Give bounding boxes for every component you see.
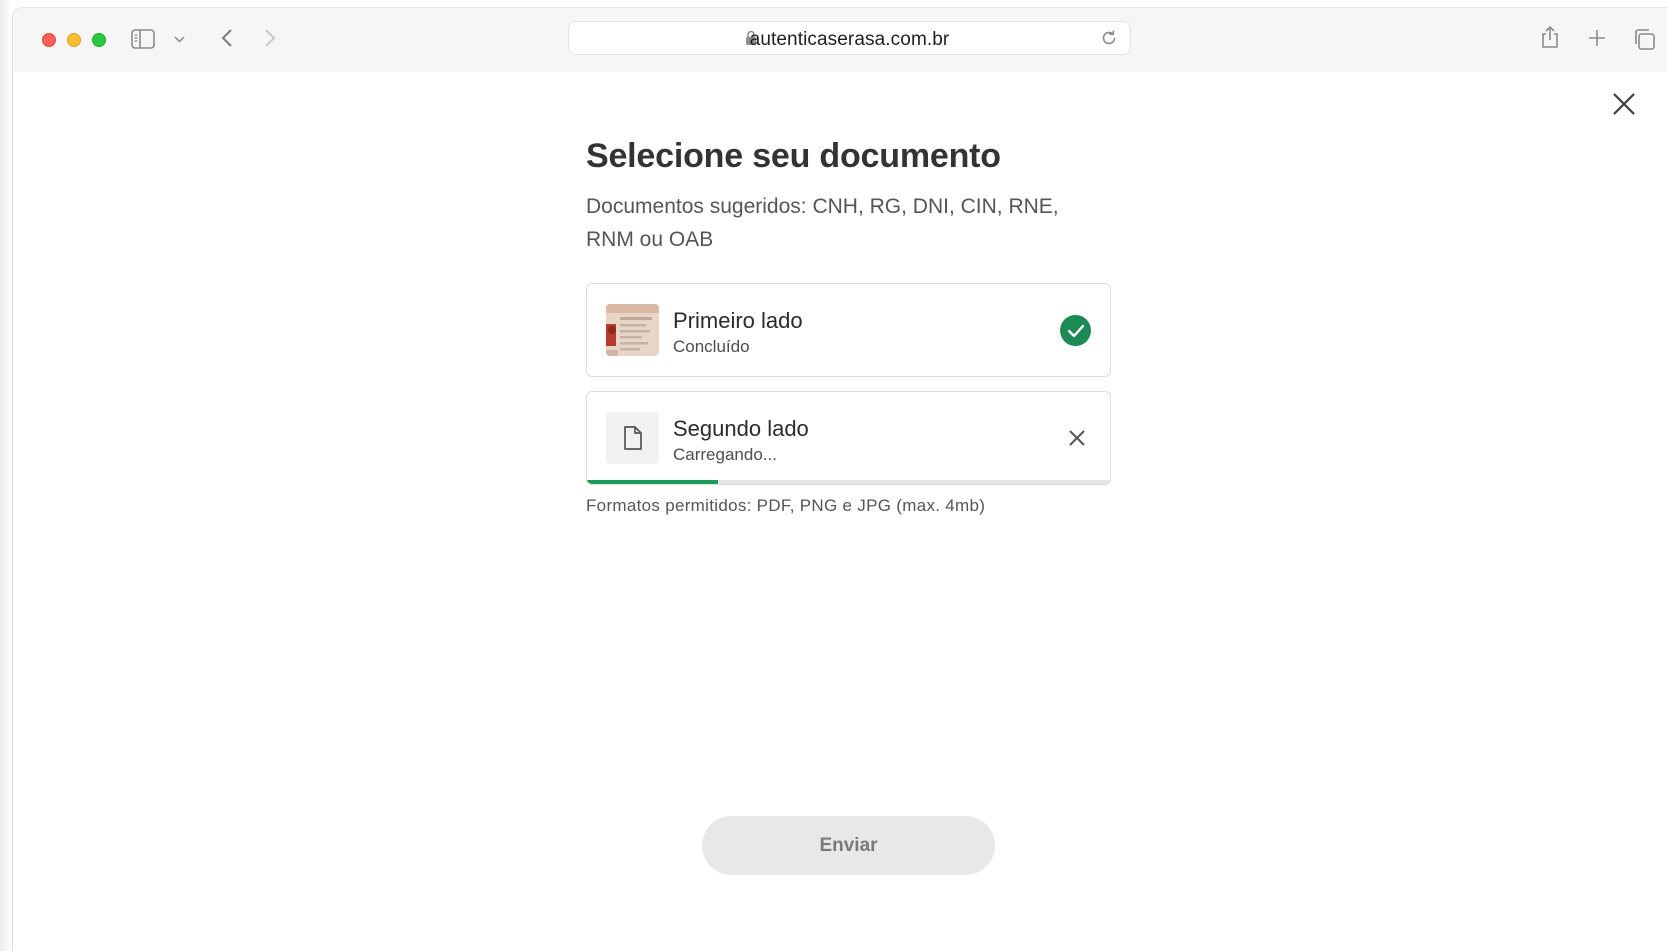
close-window-button[interactable] — [42, 33, 56, 47]
minimize-window-button[interactable] — [67, 33, 81, 47]
url-text: autenticaserasa.com.br — [749, 29, 950, 50]
document-file-icon — [606, 412, 659, 464]
page-title: Selecione seu documento — [586, 137, 1001, 175]
browser-toolbar: autenticaserasa.com.br — [13, 8, 1667, 72]
back-icon[interactable] — [221, 28, 233, 48]
close-icon[interactable] — [1612, 92, 1636, 121]
submit-button[interactable]: Enviar — [702, 816, 995, 875]
tabs-icon[interactable] — [1633, 28, 1655, 50]
check-icon — [1060, 315, 1091, 346]
zoom-window-button[interactable] — [92, 33, 106, 47]
document-thumbnail — [606, 304, 659, 356]
sidebar-icon[interactable] — [131, 29, 155, 49]
document-label: Segundo lado — [673, 416, 809, 441]
upload-progress-bar — [587, 480, 1110, 484]
allowed-formats-note: Formatos permitidos: PDF, PNG e JPG (max… — [586, 496, 986, 515]
page-subtitle: Documentos sugeridos: CNH, RG, DNI, CIN,… — [586, 195, 1059, 251]
plus-icon[interactable] — [1588, 29, 1606, 47]
document-label: Primeiro lado — [673, 308, 803, 333]
document-status: Concluído — [673, 337, 750, 356]
forward-icon[interactable] — [264, 28, 276, 48]
window-shadow — [0, 0, 12, 951]
document-status: Carregando... — [673, 445, 777, 464]
address-bar[interactable]: autenticaserasa.com.br — [568, 21, 1131, 55]
reload-icon[interactable] — [1100, 29, 1118, 52]
chevron-down-icon[interactable] — [174, 36, 185, 43]
upload-progress-fill — [587, 480, 718, 484]
share-icon[interactable] — [1540, 25, 1560, 49]
document-card-second-side[interactable]: Segundo lado Carregando... — [586, 391, 1111, 485]
document-card-first-side[interactable]: Primeiro lado Concluído — [586, 283, 1111, 377]
cancel-upload-icon[interactable] — [1068, 429, 1086, 452]
